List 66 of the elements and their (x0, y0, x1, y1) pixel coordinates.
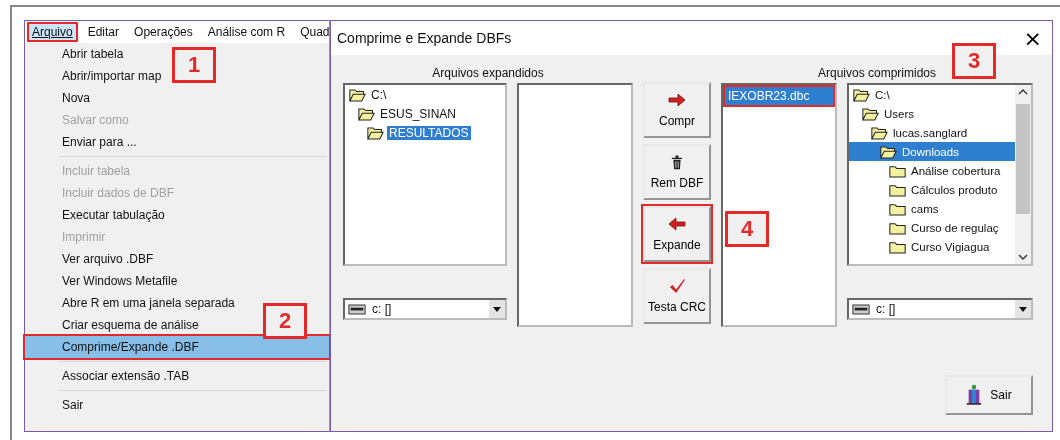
folder-icon (889, 163, 906, 178)
step-number: 2 (263, 303, 307, 339)
menu-item[interactable]: Criar esquema de análise (25, 314, 205, 336)
menu-item[interactable]: Sair (25, 394, 90, 416)
folder-item[interactable]: C:\ (873, 88, 892, 101)
menu-item[interactable]: Ver Windows Metafile (25, 270, 184, 292)
action-button[interactable]: Rem DBF (643, 144, 711, 200)
section-label: Arquivos expandidos (431, 65, 545, 82)
exit-button[interactable]: Sair (945, 375, 1033, 415)
folder-icon (889, 239, 906, 254)
drive-icon (852, 303, 870, 315)
menu-item[interactable]: Nova (25, 87, 96, 109)
folder-icon (889, 182, 906, 197)
menu-item[interactable]: Abre R em uma janela separada (25, 292, 241, 314)
action-button[interactable]: Compr (643, 82, 711, 138)
drive-icon (348, 303, 366, 315)
file-item[interactable]: IEXOBR23.dbc (725, 87, 833, 105)
open-folder-icon (349, 87, 366, 102)
folder-item[interactable]: Curso de regulaç (909, 221, 1001, 234)
scroll-up-icon (1018, 88, 1028, 96)
drive-dropdown[interactable]: c: [] (847, 298, 1033, 320)
check-icon (667, 278, 687, 294)
open-folder-icon (862, 106, 879, 121)
folder-item[interactable]: RESULTADOS (387, 125, 471, 140)
folder-item[interactable]: cams (909, 202, 941, 215)
menu-item[interactable]: Associar extensão .TAB (25, 365, 196, 387)
scroll-down-icon (1018, 253, 1028, 261)
folder-item[interactable]: Curso Vigiagua (909, 240, 992, 253)
menubar-item[interactable]: Editar (84, 24, 123, 40)
menu-item[interactable]: Comprime/Expande .DBF (25, 336, 329, 358)
open-folder-icon (871, 125, 888, 140)
menubar-item[interactable]: Análise com R (204, 24, 289, 40)
folder-item[interactable]: ESUS_SINAN (378, 106, 459, 121)
menubar-item[interactable]: Operações (131, 24, 196, 40)
folder-item[interactable]: C:\ (369, 87, 389, 102)
folder-icon (889, 220, 906, 235)
folder-item[interactable]: Análise cobertura (909, 164, 1003, 177)
open-folder-icon (358, 106, 375, 121)
window-title: Comprime e Expande DBFs (337, 30, 512, 46)
drive-dropdown[interactable]: c: [] (343, 298, 507, 320)
folder-item[interactable]: Downloads (900, 145, 961, 158)
menu-item[interactable]: Ver arquivo .DBF (25, 248, 160, 270)
menu-item[interactable]: Enviar para ... (25, 131, 143, 153)
step-number: 1 (172, 47, 216, 83)
left-arrow-icon (667, 216, 687, 232)
action-button[interactable]: Expande (643, 206, 711, 262)
menubar-item[interactable]: Arquivo (29, 24, 76, 40)
section-label: Arquivos comprimidos (816, 65, 937, 82)
open-folder-icon (853, 87, 870, 102)
open-folder-icon (880, 144, 897, 159)
menubar-item[interactable]: Quad (297, 24, 333, 40)
person-door-icon (966, 384, 983, 406)
menu-item[interactable]: Executar tabulação (25, 204, 171, 226)
scrollbar[interactable] (1015, 85, 1031, 264)
folder-item[interactable]: lucas.sanglard (891, 126, 970, 139)
menu-item[interactable]: Abrir/importar map (25, 65, 168, 87)
folder-icon (889, 201, 906, 216)
menu-item[interactable]: Abrir tabela (25, 43, 130, 65)
step-number: 3 (952, 43, 996, 79)
folder-item[interactable]: Users (882, 107, 917, 120)
close-button[interactable]: × (1019, 25, 1046, 51)
folder-item[interactable]: Cálculos produto (909, 183, 1000, 196)
open-folder-icon (367, 125, 384, 140)
right-arrow-icon (667, 92, 687, 108)
step-number: 4 (725, 211, 769, 247)
action-button[interactable]: Testa CRC (643, 268, 711, 324)
